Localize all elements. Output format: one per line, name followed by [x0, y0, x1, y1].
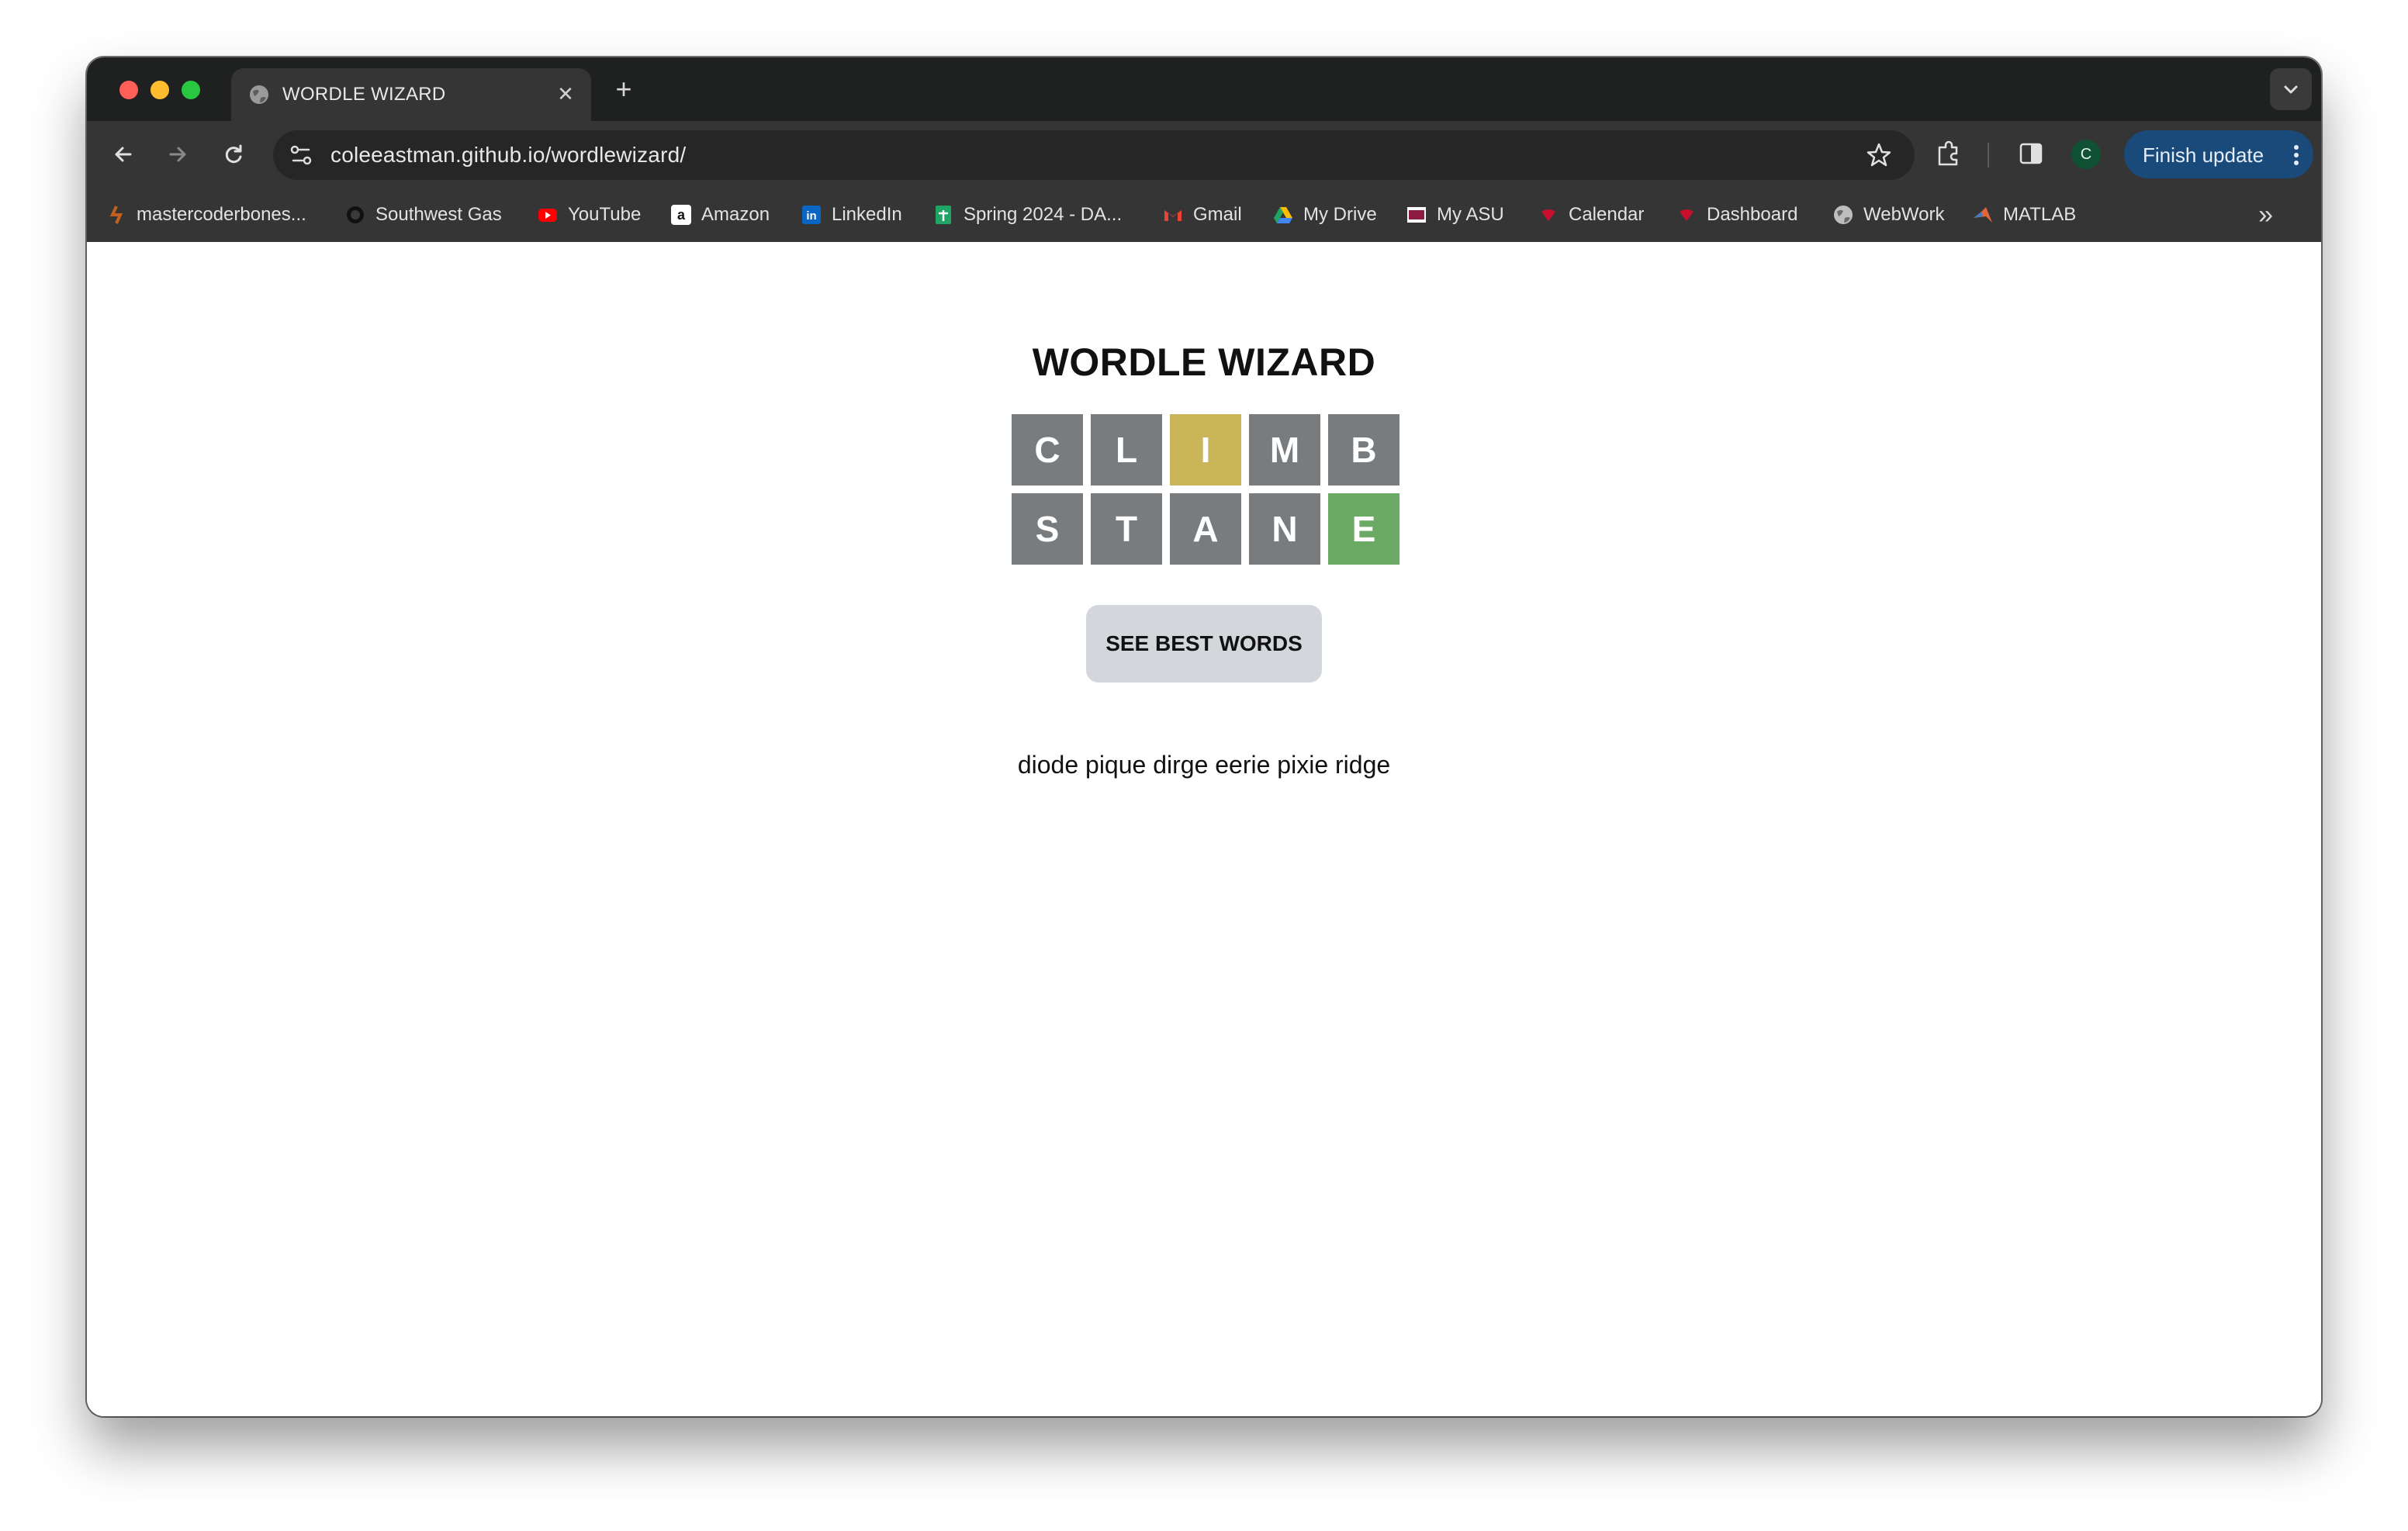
bones-icon	[109, 206, 123, 224]
asu-icon	[1407, 207, 1426, 223]
guess-row-2: S T A N E	[1012, 493, 1399, 565]
globe-icon	[250, 85, 268, 104]
bookmark-dashboard[interactable]: Dashboard	[1676, 199, 1797, 231]
youtube-icon	[538, 209, 557, 222]
bookmark-calendar[interactable]: Calendar	[1538, 199, 1644, 231]
amazon-icon: a	[671, 205, 691, 225]
forward-arrow-icon	[169, 147, 186, 162]
bookmark-my-asu[interactable]: My ASU	[1406, 199, 1504, 231]
bookmark-amazon[interactable]: a Amazon	[670, 199, 770, 231]
kebab-menu-icon	[2294, 145, 2299, 165]
bookmark-gmail[interactable]: Gmail	[1162, 199, 1242, 231]
bookmark-webwork[interactable]: WebWork	[1832, 199, 1944, 231]
matlab-icon	[1974, 207, 1992, 223]
gmail-icon	[1164, 210, 1182, 221]
letter-tile[interactable]: C	[1012, 414, 1083, 486]
bookmark-southwest-gas[interactable]: Southwest Gas	[344, 199, 502, 231]
minimize-window-button[interactable]	[150, 81, 169, 99]
calendar-icon	[1541, 209, 1555, 221]
bookmark-mastercoderbones[interactable]: mastercoderbones...	[106, 199, 306, 231]
wordle-grid: C L I M B S T A N E	[1012, 414, 1399, 572]
letter-tile[interactable]: B	[1328, 414, 1399, 486]
tab-title: WORDLE WIZARD	[282, 84, 446, 105]
bookmark-youtube[interactable]: YouTube	[537, 199, 641, 231]
letter-tile[interactable]: T	[1091, 493, 1162, 565]
letter-tile[interactable]: N	[1249, 493, 1320, 565]
sheets-icon	[936, 206, 951, 224]
page-title: WORDLE WIZARD	[1032, 340, 1376, 384]
back-arrow-icon	[115, 147, 132, 162]
chevron-down-icon	[2284, 85, 2298, 94]
finish-update-button[interactable]: Finish update	[2124, 130, 2313, 178]
url-text[interactable]: coleeastman.github.io/wordlewizard/	[330, 143, 686, 168]
drive-icon	[1274, 207, 1292, 223]
letter-tile[interactable]: S	[1012, 493, 1083, 565]
tab-strip: WORDLE WIZARD ✕ +	[87, 57, 2321, 121]
tab-search-button[interactable]	[2270, 68, 2312, 110]
see-best-words-button[interactable]: SEE BEST WORDS	[1086, 605, 1322, 683]
bookmarks-bar: mastercoderbones... Southwest Gas YouTub…	[87, 188, 2321, 242]
address-bar[interactable]: coleeastman.github.io/wordlewizard/	[273, 130, 1915, 180]
flame-icon	[347, 206, 364, 223]
letter-tile[interactable]: I	[1170, 414, 1241, 486]
bookmark-matlab[interactable]: MATLAB	[1972, 199, 2076, 231]
back-button[interactable]	[104, 135, 143, 174]
finish-update-label: Finish update	[2143, 143, 2264, 167]
toolbar-divider	[1988, 143, 1989, 168]
svg-text:a: a	[677, 207, 686, 223]
forward-button[interactable]	[158, 135, 197, 174]
letter-tile[interactable]: A	[1170, 493, 1241, 565]
best-words-result: diode pique dirge eerie pixie ridge	[1017, 751, 1391, 779]
dashboard-icon	[1680, 209, 1694, 221]
close-tab-button[interactable]: ✕	[552, 81, 579, 107]
site-settings-icon[interactable]	[284, 138, 318, 172]
bookmark-linkedin[interactable]: in LinkedIn	[801, 199, 902, 231]
globe-icon	[1834, 206, 1853, 224]
browser-toolbar: coleeastman.github.io/wordlewizard/ C Fi…	[87, 121, 2321, 188]
letter-tile[interactable]: L	[1091, 414, 1162, 486]
bookmark-star-icon[interactable]	[1865, 141, 1893, 169]
bookmark-my-drive[interactable]: My Drive	[1272, 199, 1377, 231]
more-bookmarks-button[interactable]: »	[2258, 199, 2273, 231]
svg-text:in: in	[806, 209, 816, 223]
letter-tile[interactable]: E	[1328, 493, 1399, 565]
profile-avatar[interactable]: C	[2071, 140, 2101, 169]
bookmark-spring-2024[interactable]: Spring 2024 - DA...	[932, 199, 1122, 231]
letter-tile[interactable]: M	[1249, 414, 1320, 486]
reload-icon	[225, 144, 242, 164]
reload-button[interactable]	[214, 135, 253, 174]
guess-row-1: C L I M B	[1012, 414, 1399, 486]
close-window-button[interactable]	[119, 81, 138, 99]
page-content: WORDLE WIZARD C L I M B S T A N E SEE BE…	[87, 242, 2321, 1416]
browser-window: WORDLE WIZARD ✕ + coleeastman.github.io/…	[87, 57, 2321, 1416]
side-panel-icon[interactable]	[2014, 137, 2048, 171]
new-tab-button[interactable]: +	[607, 73, 641, 107]
linkedin-icon: in	[802, 206, 821, 224]
active-tab[interactable]: WORDLE WIZARD ✕	[231, 68, 591, 121]
maximize-window-button[interactable]	[182, 81, 200, 99]
extensions-icon[interactable]	[1932, 137, 1966, 171]
